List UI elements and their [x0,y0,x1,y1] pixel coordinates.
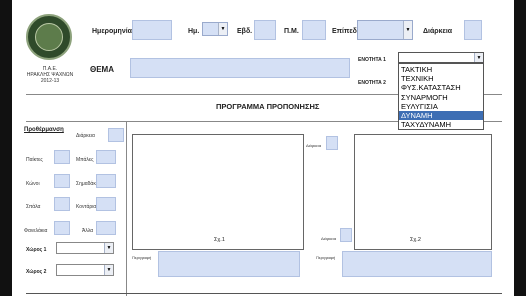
chevron-down-icon: ▼ [104,243,113,253]
date-field[interactable] [132,20,172,40]
other-label: Άλλα [82,228,94,234]
poles-label: Κοντάρια [76,204,97,210]
drill2-diagram-area[interactable] [354,134,492,250]
unit1-select[interactable]: ▼ [398,52,484,63]
unit1-option-tactics[interactable]: ΤΑΚΤΙΚΗ [399,65,483,74]
chevron-down-icon: ▼ [104,265,113,275]
chevron-down-icon: ▼ [403,21,412,39]
cones-field[interactable] [54,174,70,188]
drill1-description-field[interactable] [158,251,300,277]
duration-field[interactable] [464,20,482,40]
theme-label: ΘΕΜΑ [90,65,114,74]
unit1-option-strength[interactable]: ΔΥΝΑΜΗ [399,110,483,121]
drill2-caption: Σχ.2 [410,237,421,243]
level-select[interactable]: ▼ [357,20,413,40]
week-label: Εβδ. [237,28,253,35]
unit1-dropdown-list[interactable]: ΤΑΚΤΙΚΗ ΤΕΧΝΙΚΗ ΦΥΣ.ΚΑΤΑΣΤΑΣΗ ΣΥΝΑΡΜΟΓΗ … [398,63,484,131]
drill2-duration-label-lower: Διάρκεια [321,236,337,241]
unit1-option-coordination[interactable]: ΣΥΝΑΡΜΟΓΗ [399,93,483,102]
space2-label: Χώρος 2 [26,269,47,275]
drill2-duration-field[interactable] [326,136,338,150]
markers-field[interactable] [96,174,116,188]
training-form-page: Π.Α.Ε. ΗΡΑΚΛΗΣ ΨΑΧΝΩΝ 2012-13 Ημερομηνία… [12,0,514,296]
hurdles-field[interactable] [54,197,70,211]
drill1-diagram-area[interactable] [132,134,304,250]
drill2-duration-field-lower[interactable] [340,228,352,242]
balls-field[interactable] [96,150,116,164]
bibs-field[interactable] [54,221,70,235]
club-name: Π.Α.Ε. ΗΡΑΚΛΗΣ ΨΑΧΝΩΝ 2012-13 [14,66,86,84]
drill1-caption: Σχ.1 [214,237,225,243]
week-field[interactable] [254,20,276,40]
section-title: ΠΡΟΓΡΑΜΜΑ ΠΡΟΠΟΝΗΣΗΣ [216,102,320,111]
cones-label: Κώνοι [26,181,40,187]
window-frame-right [514,0,526,296]
chevron-down-icon: ▼ [218,23,227,35]
bibs-label: Φανελάκια [24,228,48,234]
unit2-label: ΕΝΟΤΗΤΑ 2 [358,80,386,86]
chevron-down-icon: ▼ [474,53,483,62]
theme-field[interactable] [130,58,350,78]
divider-vertical [126,121,127,296]
players-label: Παίκτες [26,157,43,163]
poles-field[interactable] [96,197,116,211]
warmup-title: Προθέρμανση [24,127,64,133]
drill2-description-label: Περιγραφή [316,255,336,260]
day-label: Ημ. [188,28,200,35]
divider-bottom [26,293,502,294]
drill2-description-field[interactable] [342,251,492,277]
unit1-option-power[interactable]: ΤΑΧΥΔΥΝΑΜΗ [399,120,483,129]
club-logo [26,14,72,60]
other-field[interactable] [96,221,116,235]
hurdles-label: Σπάλα [26,204,41,210]
space1-label: Χώρος 1 [26,247,47,253]
unit1-option-technique[interactable]: ΤΕΧΝΙΚΗ [399,74,483,83]
pm-label: Π.Μ. [284,28,299,35]
date-label: Ημερομηνία [92,28,132,35]
space1-select[interactable]: ▼ [56,242,114,254]
balls-label: Μπάλες [76,157,94,163]
club-line-3: 2012-13 [40,78,60,84]
drill2-duration-label: Διάρκεια [306,143,322,148]
space2-select[interactable]: ▼ [56,264,114,276]
unit1-label: ΕΝΟΤΗΤΑ 1 [358,57,386,63]
pm-field[interactable] [302,20,326,40]
unit1-option-flexibility[interactable]: ΕΥΛΥΓΙΣΙΑ [399,102,483,111]
players-field[interactable] [54,150,70,164]
window-frame-left [0,0,12,296]
duration-label: Διάρκεια [423,28,453,35]
warmup-duration-field[interactable] [108,128,124,142]
day-select[interactable]: ▼ [202,22,228,36]
unit1-option-fitness[interactable]: ΦΥΣ.ΚΑΤΑΣΤΑΣΗ [399,83,483,92]
warmup-duration-label: Διάρκεια [76,133,95,139]
drill1-description-label: Περιγραφή [132,255,152,260]
